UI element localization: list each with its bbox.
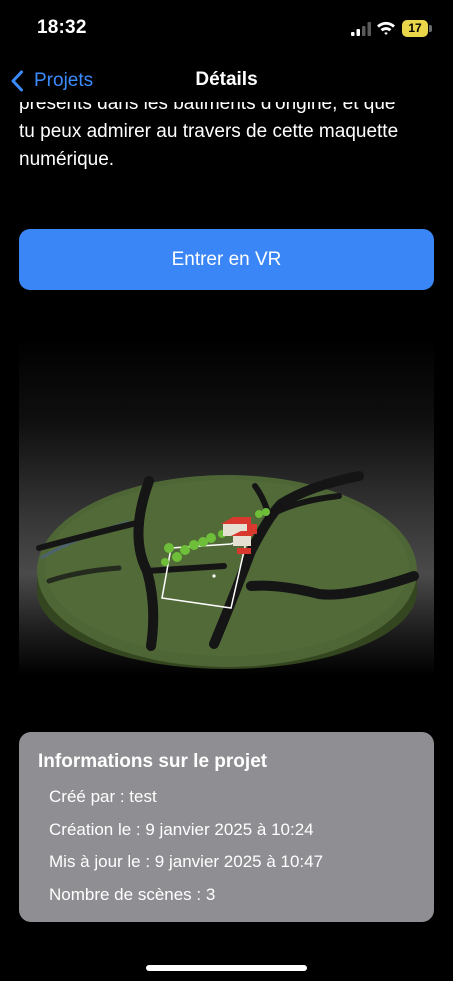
created-by-text: Créé par : test <box>49 787 157 806</box>
home-indicator[interactable] <box>146 965 307 971</box>
created-at-text: Création le : 9 janvier 2025 à 10:24 <box>49 820 314 839</box>
info-card-title: Informations sur le projet <box>38 751 268 772</box>
terrain-model-image <box>36 471 419 669</box>
project-description: présents dans les bâtiments d'origine, e… <box>19 90 433 174</box>
project-details-screen: 18:32 17 présents dans les bâtiments d'o… <box>0 0 453 981</box>
description-line: numérique. <box>19 149 115 170</box>
model-preview[interactable] <box>19 336 434 676</box>
page-title: Détails <box>195 69 258 90</box>
description-line: tu peux admirer au travers de cette maqu… <box>19 121 399 142</box>
battery-icon: 17 <box>402 20 432 37</box>
wifi-icon <box>377 21 395 35</box>
battery-level: 17 <box>408 21 422 35</box>
scene-count-text: Nombre de scènes : 3 <box>49 885 216 904</box>
status-bar: 18:32 17 <box>0 0 453 58</box>
updated-at-text: Mis à jour le : 9 janvier 2025 à 10:47 <box>49 852 324 871</box>
status-time: 18:32 <box>37 17 87 38</box>
signal-icon <box>351 22 371 36</box>
project-info-card: Informations sur le projet Créé par : te… <box>19 732 434 922</box>
navigation-bar: Projets Détails <box>0 58 453 102</box>
enter-vr-button[interactable]: Entrer en VR <box>19 229 434 290</box>
